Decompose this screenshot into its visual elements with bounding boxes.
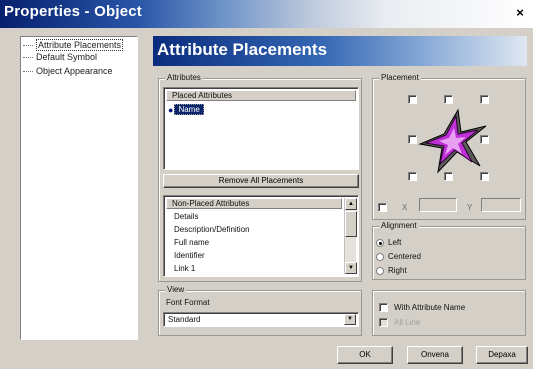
list-item[interactable]: Full name — [174, 238, 209, 247]
attributes-group-label: Attributes — [165, 73, 203, 82]
ok-button[interactable]: OK — [337, 346, 393, 364]
radio-button[interactable] — [376, 252, 384, 261]
font-format-label: Font Format — [166, 298, 210, 307]
chevron-down-icon[interactable]: ▼ — [344, 314, 356, 325]
list-item[interactable]: Link 1 — [174, 264, 195, 273]
bullet-icon: ● — [168, 104, 174, 115]
placement-top-left-checkbox[interactable] — [408, 95, 417, 104]
page-title: Attribute Placements — [157, 40, 328, 59]
y-position-input[interactable] — [481, 198, 521, 212]
tree-line — [23, 44, 33, 46]
cancel-button[interactable]: Depaxa — [476, 346, 528, 364]
title-bar[interactable]: Properties - Object × — [0, 0, 533, 28]
list-item[interactable]: Details — [174, 212, 198, 221]
x-position-input[interactable] — [419, 198, 457, 212]
placement-top-center-checkbox[interactable] — [444, 95, 453, 104]
list-item[interactable]: ● Name — [168, 104, 204, 115]
with-attribute-name-checkbox[interactable] — [379, 303, 388, 312]
page-header-banner: Attribute Placements — [153, 36, 527, 66]
scrollbar-thumb[interactable] — [345, 211, 357, 237]
nav-item-object-appearance[interactable]: Object Appearance — [23, 66, 113, 76]
placed-attributes-header[interactable]: Placed Attributes — [166, 90, 356, 101]
placed-attributes-list[interactable]: Placed Attributes ● Name — [163, 87, 359, 170]
nav-item-attribute-placements[interactable]: Attribute Placements — [23, 39, 124, 51]
radio-button[interactable] — [376, 266, 384, 275]
tree-line — [23, 70, 33, 72]
all-option: All Line — [379, 318, 420, 327]
radio-label: Left — [388, 238, 402, 247]
placement-top-right-checkbox[interactable] — [480, 95, 489, 104]
apply-button[interactable]: Onvena — [407, 346, 463, 364]
alignment-group-label: Alignment — [379, 221, 419, 230]
all-checkbox — [379, 318, 388, 327]
align-centered-radio[interactable]: Centered — [376, 252, 421, 261]
font-format-select[interactable]: Standard ▼ — [163, 312, 359, 327]
x-label: X — [402, 203, 408, 212]
placement-group-label: Placement — [379, 73, 421, 82]
list-item[interactable]: Description/Definition — [174, 225, 250, 234]
remove-all-placements-button[interactable]: Remove All Placements — [163, 174, 359, 188]
nav-item-label: Object Appearance — [36, 66, 113, 76]
non-placed-attributes-header[interactable]: Non-Placed Attributes — [166, 198, 342, 209]
nav-item-default-symbol[interactable]: Default Symbol — [23, 52, 97, 62]
custom-position-checkbox[interactable] — [378, 203, 387, 212]
non-placed-attributes-list[interactable]: Non-Placed Attributes Details Descriptio… — [163, 195, 359, 277]
y-label: Y — [467, 203, 473, 212]
radio-label: Centered — [388, 252, 421, 261]
tree-line — [23, 56, 33, 58]
close-icon[interactable]: × — [513, 6, 527, 20]
vertical-scrollbar[interactable]: ▲ ▼ — [344, 198, 357, 274]
window-title: Properties - Object — [4, 3, 143, 20]
nav-item-label: Attribute Placements — [36, 39, 124, 51]
scroll-down-icon[interactable]: ▼ — [345, 262, 357, 274]
radio-button[interactable] — [376, 238, 384, 247]
radio-label: Right — [388, 266, 407, 275]
view-group-label: View — [165, 285, 187, 294]
list-item[interactable]: Identifier — [174, 251, 205, 260]
options-group — [372, 290, 526, 336]
with-attribute-name-option[interactable]: With Attribute Name — [379, 303, 465, 312]
properties-dialog: Properties - Object × Attribute Placemen… — [0, 0, 533, 369]
list-item-label: Name — [174, 104, 204, 115]
align-right-radio[interactable]: Right — [376, 266, 407, 275]
nav-item-label: Default Symbol — [36, 52, 98, 62]
navigation-tree: Attribute Placements Default Symbol Obje… — [20, 36, 138, 340]
with-attribute-name-label: With Attribute Name — [394, 303, 466, 312]
align-left-radio[interactable]: Left — [376, 238, 401, 247]
star-icon — [418, 108, 487, 174]
all-label: All Line — [394, 318, 421, 327]
scroll-up-icon[interactable]: ▲ — [345, 198, 357, 210]
font-format-value: Standard — [168, 315, 201, 324]
